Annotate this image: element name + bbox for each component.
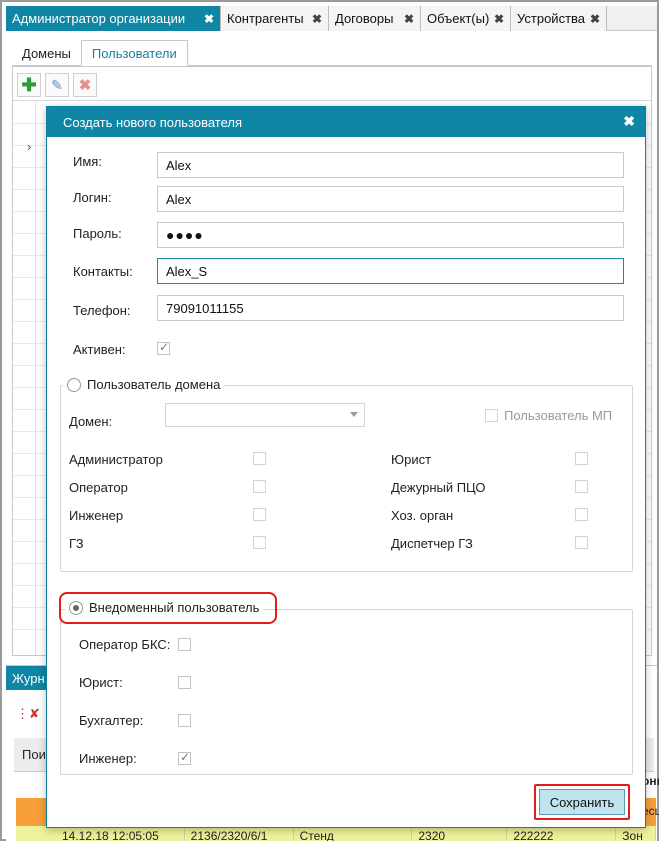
create-user-dialog: Создать нового пользователя ✖ Имя: Alex …: [46, 106, 646, 828]
contacts-field[interactable]: Alex_S: [157, 258, 624, 284]
role-checkbox-household[interactable]: [575, 508, 588, 521]
domain-label: Домен:: [69, 414, 113, 429]
role-checkbox-operator[interactable]: [253, 480, 266, 493]
role-label-accountant: Бухгалтер:: [79, 713, 144, 728]
password-label: Пароль:: [73, 226, 122, 241]
table-row[interactable]: 14.12.18 12:05:05 2136/2320/6/1 Стенд 23…: [16, 826, 656, 841]
contacts-label: Контакты:: [73, 264, 133, 279]
tab-label: Договоры: [335, 11, 394, 26]
chevron-right-icon[interactable]: ›: [27, 139, 31, 154]
close-icon[interactable]: ✖: [204, 12, 214, 26]
chevron-down-icon: [350, 412, 358, 417]
role-checkbox-gz-dispatcher[interactable]: [575, 536, 588, 549]
domain-user-radio-label: Пользователь домена: [87, 377, 221, 392]
role-checkbox-accountant[interactable]: [178, 714, 191, 727]
active-checkbox[interactable]: [157, 340, 170, 355]
active-label: Активен:: [73, 342, 126, 357]
close-icon[interactable]: ✖: [494, 12, 504, 26]
tab-devices[interactable]: Устройства ✖: [511, 6, 607, 31]
login-label: Логин:: [73, 190, 112, 205]
role-label-bks-operator: Оператор БКС:: [79, 637, 171, 652]
mp-user-checkbox[interactable]: [485, 409, 498, 422]
dialog-header: Создать нового пользователя ✖: [47, 107, 645, 137]
role-checkbox-admin[interactable]: [253, 452, 266, 465]
add-icon[interactable]: ✚: [17, 73, 41, 97]
dialog-title: Создать нового пользователя: [63, 114, 243, 130]
role-label-lawyer: Юрист: [391, 452, 432, 467]
journal-cell-object: Стенд: [294, 826, 413, 841]
tab-counterparties[interactable]: Контрагенты ✖: [221, 6, 329, 31]
phone-field[interactable]: 79091011155: [157, 295, 624, 321]
domain-user-radio[interactable]: [67, 377, 81, 392]
close-icon[interactable]: ✖: [590, 12, 600, 26]
role-label-household: Хоз. орган: [391, 508, 454, 523]
role-label-gz: ГЗ: [69, 536, 84, 551]
role-label-admin: Администратор: [69, 452, 163, 467]
tab-label: Устройства: [517, 11, 586, 26]
highlight-frame: [59, 592, 277, 624]
phone-label: Телефон:: [73, 303, 131, 318]
journal-cell-time: 14.12.18 12:05:05: [16, 826, 185, 841]
tab-objects[interactable]: Объект(ы) ✖: [421, 6, 511, 31]
filter-clear-icon[interactable]: ⋮✘: [16, 706, 40, 722]
close-icon[interactable]: ✖: [404, 12, 414, 26]
tab-label: Администратор организации: [12, 11, 186, 26]
role-label-nd-lawyer: Юрист:: [79, 675, 123, 690]
main-tabbar: Администратор организации ✖ Контрагенты …: [6, 6, 657, 31]
name-field[interactable]: Alex: [157, 152, 624, 178]
tab-org-admin[interactable]: Администратор организации ✖: [6, 6, 221, 31]
role-label-nd-engineer: Инженер:: [79, 751, 137, 766]
nondomain-user-group: [60, 609, 633, 775]
role-label-engineer: Инженер: [69, 508, 124, 523]
role-checkbox-bks-operator[interactable]: [178, 638, 191, 651]
role-label-operator: Оператор: [69, 480, 128, 495]
close-icon[interactable]: ✖: [312, 12, 322, 26]
role-label-duty-pco: Дежурный ПЦО: [391, 480, 486, 495]
app-window: Администратор организации ✖ Контрагенты …: [0, 0, 659, 841]
tab-contracts[interactable]: Договоры ✖: [329, 6, 421, 31]
save-button[interactable]: Сохранить: [539, 789, 625, 815]
tab-label: Контрагенты: [227, 11, 304, 26]
login-field[interactable]: Alex: [157, 186, 624, 212]
delete-icon[interactable]: ✖: [73, 73, 97, 97]
domain-user-legend: Пользователь домена: [63, 377, 225, 392]
role-checkbox-gz[interactable]: [253, 536, 266, 549]
role-checkbox-duty-pco[interactable]: [575, 480, 588, 493]
password-field[interactable]: ●●●●: [157, 222, 624, 248]
edit-icon[interactable]: ✎: [45, 73, 69, 97]
subtabbar: Домены Пользователи: [12, 40, 652, 66]
journal-cell-id: 222222: [507, 826, 617, 841]
role-checkbox-lawyer[interactable]: [575, 452, 588, 465]
domain-select[interactable]: [165, 403, 365, 427]
subtab-domains[interactable]: Домены: [12, 40, 81, 66]
subtab-users[interactable]: Пользователи: [80, 40, 188, 66]
journal-cell-code: 2136/2320/6/1: [185, 826, 294, 841]
role-label-gz-dispatcher: Диспетчер ГЗ: [391, 536, 473, 551]
role-checkbox-nd-engineer[interactable]: [178, 750, 191, 765]
mp-user-label: Пользователь МП: [504, 408, 613, 423]
journal-cell-zone: Зон: [616, 826, 656, 841]
journal-header-cell: Пои: [22, 747, 46, 762]
close-icon[interactable]: ✖: [623, 113, 635, 130]
grid-toolbar: ✚ ✎ ✖: [13, 67, 651, 101]
tab-label: Объект(ы): [427, 11, 490, 26]
role-checkbox-nd-lawyer[interactable]: [178, 676, 191, 689]
role-checkbox-engineer[interactable]: [253, 508, 266, 521]
journal-cell-number: 2320: [412, 826, 508, 841]
name-label: Имя:: [73, 154, 102, 169]
